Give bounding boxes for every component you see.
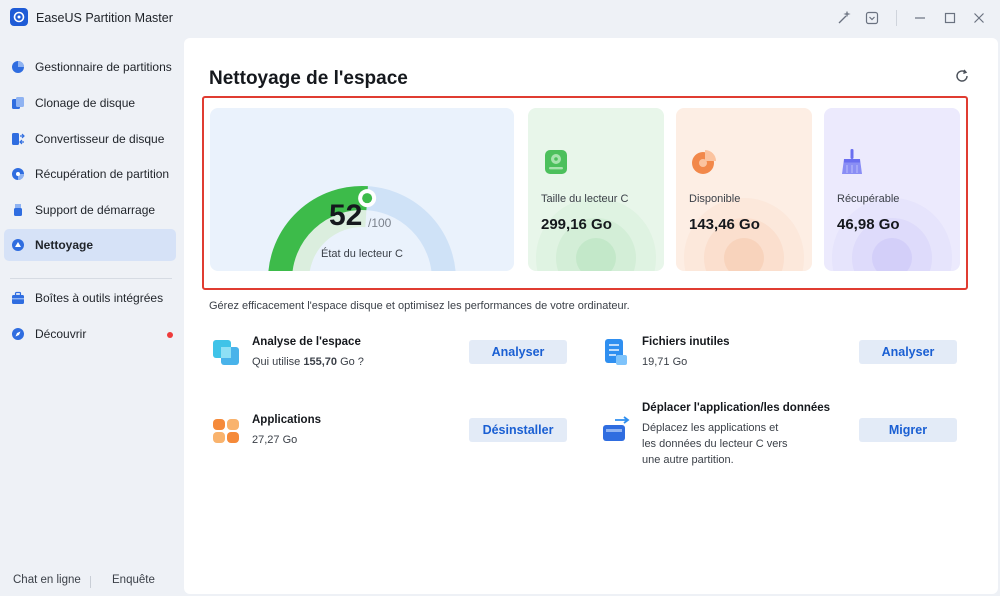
sidebar-divider	[10, 278, 172, 279]
drive-size-label: Taille du lecteur C	[541, 193, 629, 205]
usb-icon	[14, 204, 22, 216]
drive-health-max: /100	[368, 216, 392, 230]
app-title: EaseUS Partition Master	[36, 11, 173, 25]
close-icon[interactable]	[969, 8, 989, 28]
disk-convert-icon	[12, 133, 25, 145]
gauge-knob-dot	[362, 193, 373, 204]
analyze-space-button[interactable]: Analyser	[469, 340, 567, 364]
tool-description: 19,71 Go	[642, 356, 688, 368]
ripple-decoration	[536, 198, 656, 271]
sidebar-item-label: Nettoyage	[35, 238, 94, 252]
sidebar-item-label: Découvrir	[35, 327, 87, 341]
available-space-card	[676, 108, 812, 271]
drive-health-gauge	[268, 186, 456, 271]
sidebar: Gestionnaire de partitions Clonage de di…	[0, 36, 183, 596]
sidebar-item-partition-recovery[interactable]: Récupération de partition	[4, 158, 176, 190]
pie-chart-icon	[12, 61, 24, 73]
disk-clone-icon	[12, 97, 24, 109]
cleanup-icon	[12, 239, 24, 251]
drive-health-score: 52	[329, 199, 363, 232]
minimize-icon[interactable]	[910, 8, 930, 28]
junk-files-icon	[605, 339, 627, 365]
live-chat-link[interactable]: Chat en ligne	[13, 574, 81, 586]
drive-icon	[545, 150, 567, 174]
section-description: Gérez efficacement l'espace disque et op…	[209, 300, 630, 312]
sidebar-item-partition-manager[interactable]: Gestionnaire de partitions	[4, 51, 176, 83]
broom-icon	[842, 149, 862, 174]
uninstall-button[interactable]: Désinstaller	[469, 418, 567, 442]
tool-name: Analyse de l'espace	[252, 336, 361, 348]
main-panel: Nettoyage de l'espace 52 /100 État du le…	[184, 38, 998, 594]
tool-description: Qui utilise 155,70 Go ?	[252, 356, 364, 368]
compass-icon	[12, 328, 24, 340]
maximize-icon[interactable]	[940, 8, 960, 28]
recoverable-space-card	[824, 108, 960, 271]
available-space-label: Disponible	[689, 193, 741, 205]
sidebar-item-toolbox[interactable]: Boîtes à outils intégrées	[4, 282, 176, 314]
drive-health-label: État du lecteur C	[321, 248, 403, 260]
ripple-decoration	[684, 198, 804, 271]
tool-name: Applications	[252, 414, 322, 426]
space-used-value: 155,70	[303, 356, 338, 368]
drive-size-card	[528, 108, 664, 271]
analyze-junk-button[interactable]: Analyser	[859, 340, 957, 364]
apps-icon	[213, 419, 239, 443]
survey-link[interactable]: Enquête	[112, 574, 155, 586]
page-title: Nettoyage de l'espace	[209, 68, 408, 89]
sidebar-item-label: Support de démarrage	[35, 203, 156, 217]
sidebar-item-label: Boîtes à outils intégrées	[35, 291, 164, 305]
migrate-button[interactable]: Migrer	[859, 418, 957, 442]
tool-name: Déplacer l'application/les données	[642, 402, 831, 414]
title-bar: EaseUS Partition Master	[0, 0, 1000, 36]
recoverable-space-label: Récupérable	[837, 193, 900, 205]
tool-description: 27,27 Go	[252, 434, 298, 446]
dropdown-box-icon[interactable]	[862, 8, 882, 28]
sidebar-item-label: Convertisseur de disque	[35, 132, 165, 146]
sidebar-item-label: Clonage de disque	[35, 96, 136, 110]
sidebar-item-label: Gestionnaire de partitions	[35, 60, 172, 74]
sidebar-item-label: Récupération de partition	[35, 167, 170, 181]
refresh-icon[interactable]	[954, 68, 970, 84]
notification-badge	[167, 332, 173, 338]
tool-name: Fichiers inutiles	[642, 336, 730, 348]
space-analysis-icon	[213, 340, 239, 365]
sidebar-item-disk-converter[interactable]: Convertisseur de disque	[4, 123, 176, 155]
drive-size-value: 299,16 Go	[541, 216, 612, 233]
app-logo-icon	[10, 8, 28, 26]
sidebar-item-cleanup[interactable]: Nettoyage	[4, 229, 176, 261]
available-space-value: 143,46 Go	[689, 216, 760, 233]
pie-icon	[692, 150, 716, 174]
ripple-decoration	[832, 198, 952, 271]
app-migrate-icon	[603, 416, 630, 441]
partition-recovery-icon	[12, 168, 24, 180]
sidebar-item-disk-clone[interactable]: Clonage de disque	[4, 87, 176, 119]
sidebar-item-discover[interactable]: Découvrir	[4, 318, 176, 350]
footer-divider	[90, 576, 91, 588]
titlebar-divider	[896, 10, 897, 26]
sidebar-item-boot-media[interactable]: Support de démarrage	[4, 194, 176, 226]
tool-description: Déplacez les applications et les données …	[642, 422, 788, 466]
toolbox-icon	[12, 291, 24, 304]
magic-icon[interactable]	[834, 8, 854, 28]
recoverable-space-value: 46,98 Go	[837, 216, 900, 233]
drive-health-card	[210, 108, 514, 271]
